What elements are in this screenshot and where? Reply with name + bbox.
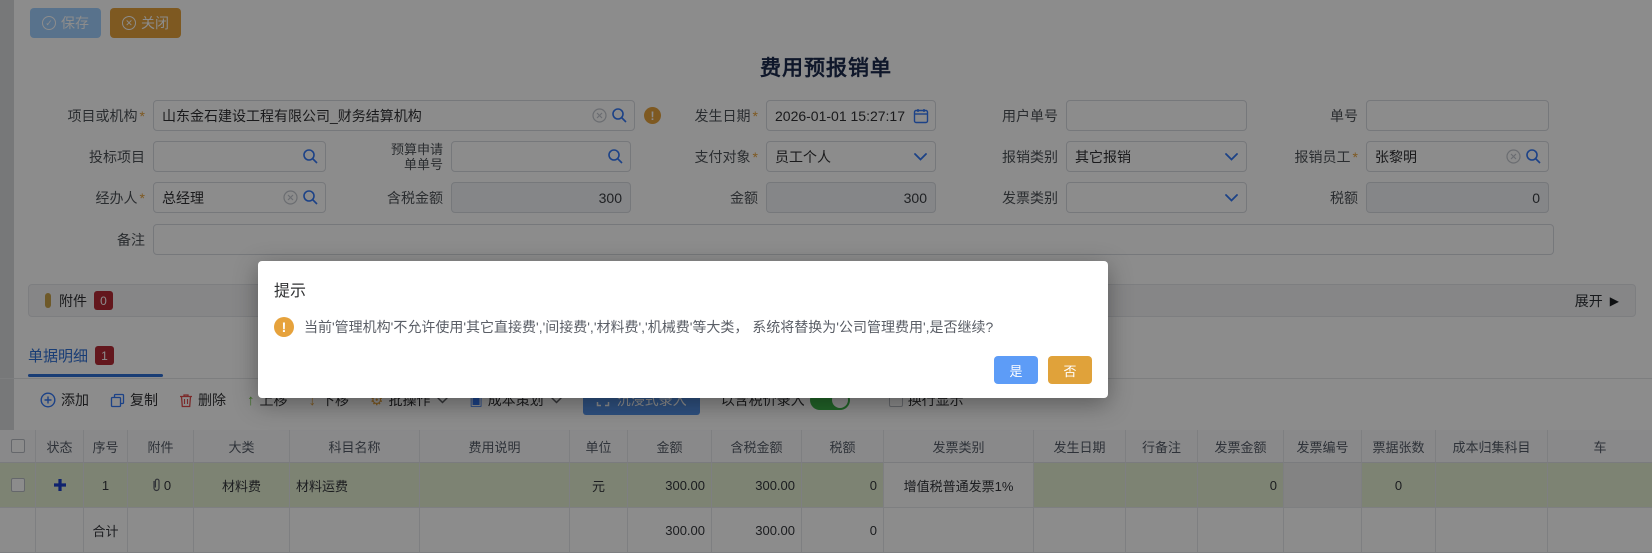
dialog-yes-button[interactable]: 是 [994, 356, 1038, 384]
dialog-no-button[interactable]: 否 [1048, 356, 1092, 384]
expense-form-page: ✓ 保存 ✕ 关闭 费用预报销单 项目或机构* ! 发生日期* 用户单号 [0, 0, 1652, 553]
dialog-message: 当前'管理机构'不允许使用'其它直接费','间接费','材料费','机械费'等大… [304, 319, 994, 335]
warning-icon: ! [274, 317, 294, 337]
confirm-dialog: 提示 ! 当前'管理机构'不允许使用'其它直接费','间接费','材料费','机… [258, 261, 1108, 398]
dialog-title: 提示 [274, 283, 307, 300]
